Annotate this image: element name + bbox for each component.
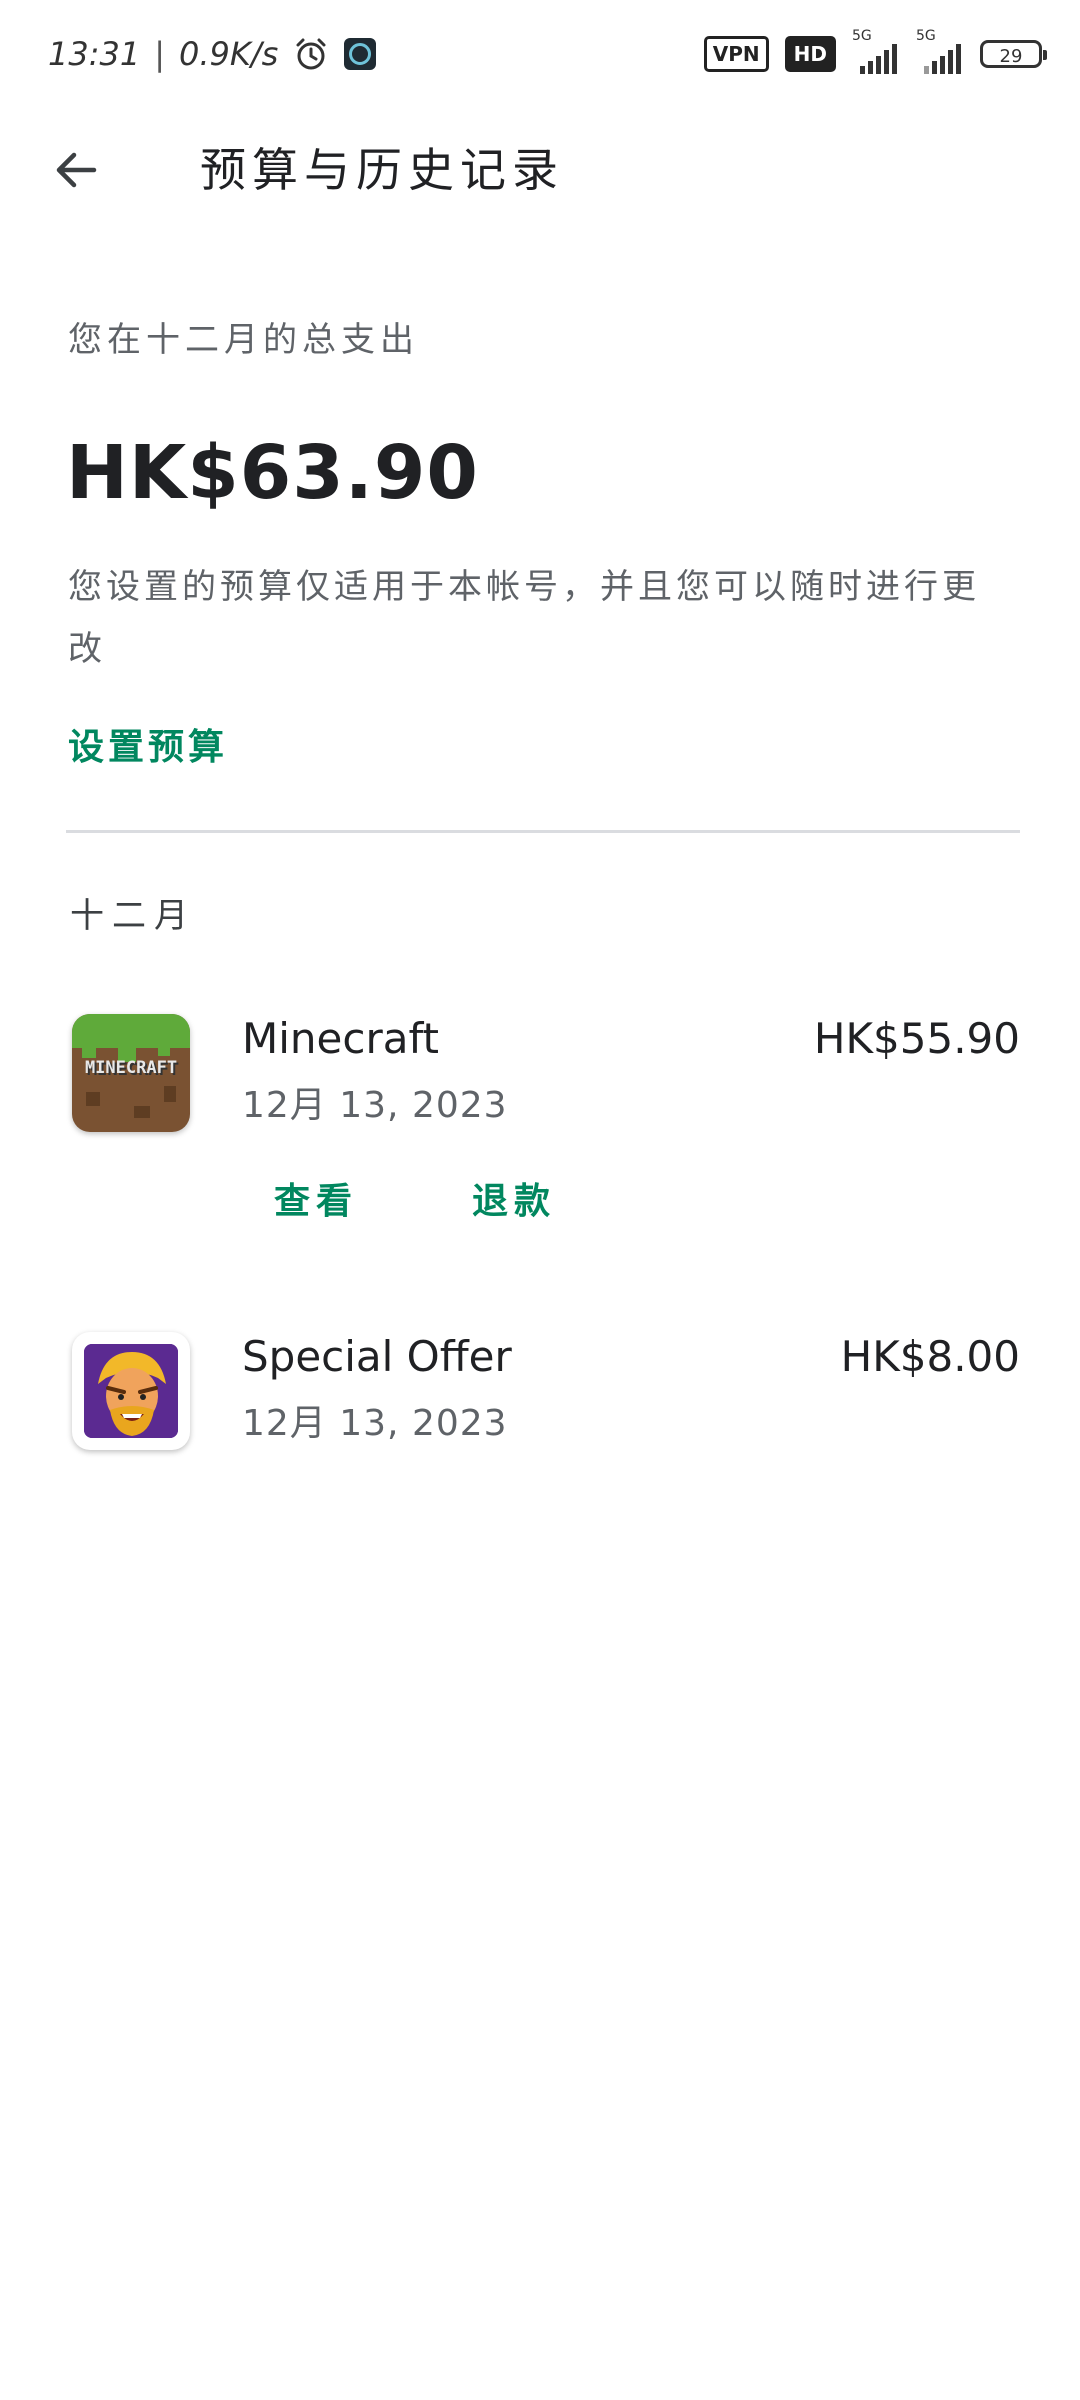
signal-2-tag: 5G [916,28,936,44]
status-separator: | [154,35,165,73]
status-time: 13:31 [48,35,141,73]
status-right: VPN HD 5G 5G 29 [703,28,1047,74]
monthly-spend-label: 您在十二月的总支出 [68,320,419,360]
minecraft-icon-grass [72,1014,190,1048]
minecraft-icon: MINECRAFT [72,1014,190,1132]
signal-2-icon: 5G [916,28,964,74]
vpn-badge: VPN [703,36,769,72]
app-bar: 预算与历史记录 [0,120,1080,220]
clash-of-clans-icon [72,1332,190,1450]
barbarian-face-icon [84,1344,178,1438]
transaction-amount: HK$55.90 [813,1014,1020,1063]
app-notification-icon [344,38,377,70]
month-header: 十二月 [70,896,196,936]
transaction-name: Special Offer [242,1332,512,1381]
refund-button[interactable]: 退款 [472,1172,556,1224]
arrow-left-icon [56,152,97,188]
status-net-speed: 0.9K/s [179,35,279,73]
back-button[interactable] [48,142,104,198]
minecraft-icon-dirt [164,1086,176,1102]
hd-badge: HD [784,36,836,72]
budget-note: 您设置的预算仅适用于本帐号，并且您可以随时进行更改 [68,567,980,669]
minecraft-icon-dirt [86,1092,100,1106]
minecraft-logo-text: MINECRAFT [84,1058,178,1078]
page-title: 预算与历史记录 [200,143,564,197]
minecraft-icon-grass-drip [82,1048,96,1058]
minecraft-icon-grass-drip [158,1048,170,1056]
total-spend-amount: HK$63.90 [66,430,479,516]
view-button[interactable]: 查看 [274,1172,358,1224]
transaction-amount: HK$8.00 [840,1332,1020,1381]
clash-of-clans-icon-art [84,1344,178,1438]
transaction-row: Special Offer 12月 13, 2023 HK$8.00 [0,1318,1080,1478]
transaction-date: 12月 13, 2023 [242,1085,508,1126]
signal-1-tag: 5G [852,28,872,44]
set-budget-button[interactable]: 设置预算 [68,718,228,770]
transaction-name: Minecraft [242,1014,439,1063]
transaction-row: MINECRAFT Minecraft 12月 13, 2023 HK$55.9… [0,1000,1080,1260]
status-left: 13:31 | 0.9K/s [48,28,377,80]
alarm-clock-icon [292,35,330,73]
transaction-date: 12月 13, 2023 [242,1403,508,1444]
status-bar: 13:31 | 0.9K/s VPN HD 5G 5G 29 [0,0,1080,110]
minecraft-icon-dirt [134,1106,150,1118]
battery-icon: 29 [980,40,1047,68]
divider [66,830,1020,833]
signal-1-icon: 5G [852,28,900,74]
